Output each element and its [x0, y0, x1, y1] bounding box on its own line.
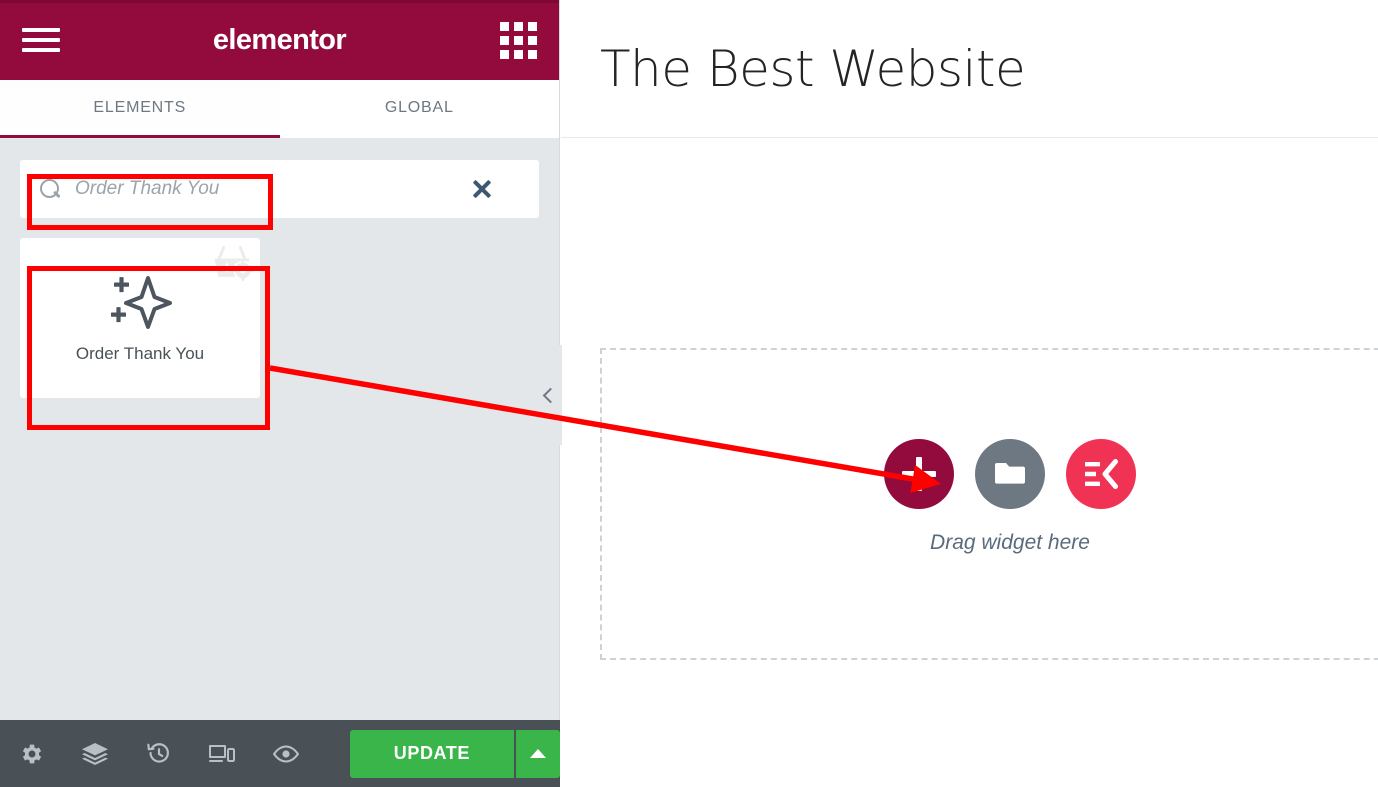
site-header: The Best Website: [561, 0, 1378, 138]
tab-elements[interactable]: ELEMENTS: [0, 80, 280, 138]
panel-collapse-toggle[interactable]: [534, 345, 562, 445]
folder-icon: [995, 463, 1025, 484]
eye-icon[interactable]: [254, 720, 318, 787]
gear-icon[interactable]: [0, 720, 64, 787]
update-button[interactable]: UPDATE: [349, 729, 515, 778]
close-icon[interactable]: [469, 176, 495, 202]
widget-results-list: Order Thank You: [20, 238, 539, 398]
sparkle-star-icon: [111, 276, 172, 329]
editor-panel: elementor ELEMENTS GLOBAL Order Thank Yo…: [0, 0, 561, 787]
elementor-logo: elementor: [212, 23, 347, 56]
search-input[interactable]: [75, 178, 335, 200]
page-title: The Best Website: [600, 39, 1026, 98]
elementor-editor: elementor ELEMENTS GLOBAL Order Thank Yo…: [0, 0, 1378, 787]
add-section-buttons: [884, 439, 1136, 509]
panel-tabs: ELEMENTS GLOBAL: [0, 80, 559, 138]
layers-icon[interactable]: [64, 720, 128, 787]
widget-card-order-thank-you[interactable]: Order Thank You: [20, 238, 260, 398]
update-button-group: UPDATE: [349, 729, 561, 778]
grid-apps-icon[interactable]: [500, 21, 537, 59]
caret-up-icon[interactable]: [514, 729, 561, 778]
hamburger-icon[interactable]: [22, 25, 62, 55]
widget-card-label: Order Thank You: [75, 344, 205, 363]
history-icon[interactable]: [127, 720, 191, 787]
plus-icon: [902, 457, 936, 491]
woocommerce-basket-icon: [214, 246, 254, 281]
elementor-kit-icon: [1085, 459, 1118, 489]
add-template-button[interactable]: [975, 439, 1045, 509]
chevron-left-icon: [542, 387, 558, 403]
section-drop-zone[interactable]: Drag widget here: [600, 348, 1378, 660]
widget-search-bar: [20, 160, 539, 218]
panel-header: elementor: [0, 0, 559, 80]
preview-canvas: The Best Website Drag widget here: [534, 0, 1378, 787]
elementor-kit-button[interactable]: [1066, 439, 1136, 509]
responsive-icon[interactable]: [191, 720, 255, 787]
add-new-section-button[interactable]: [884, 439, 954, 509]
search-box[interactable]: [20, 160, 539, 218]
drag-widget-hint: Drag widget here: [930, 531, 1090, 554]
tab-global[interactable]: GLOBAL: [279, 80, 559, 138]
search-icon: [40, 178, 61, 200]
panel-footer-toolbar: UPDATE: [0, 720, 561, 787]
